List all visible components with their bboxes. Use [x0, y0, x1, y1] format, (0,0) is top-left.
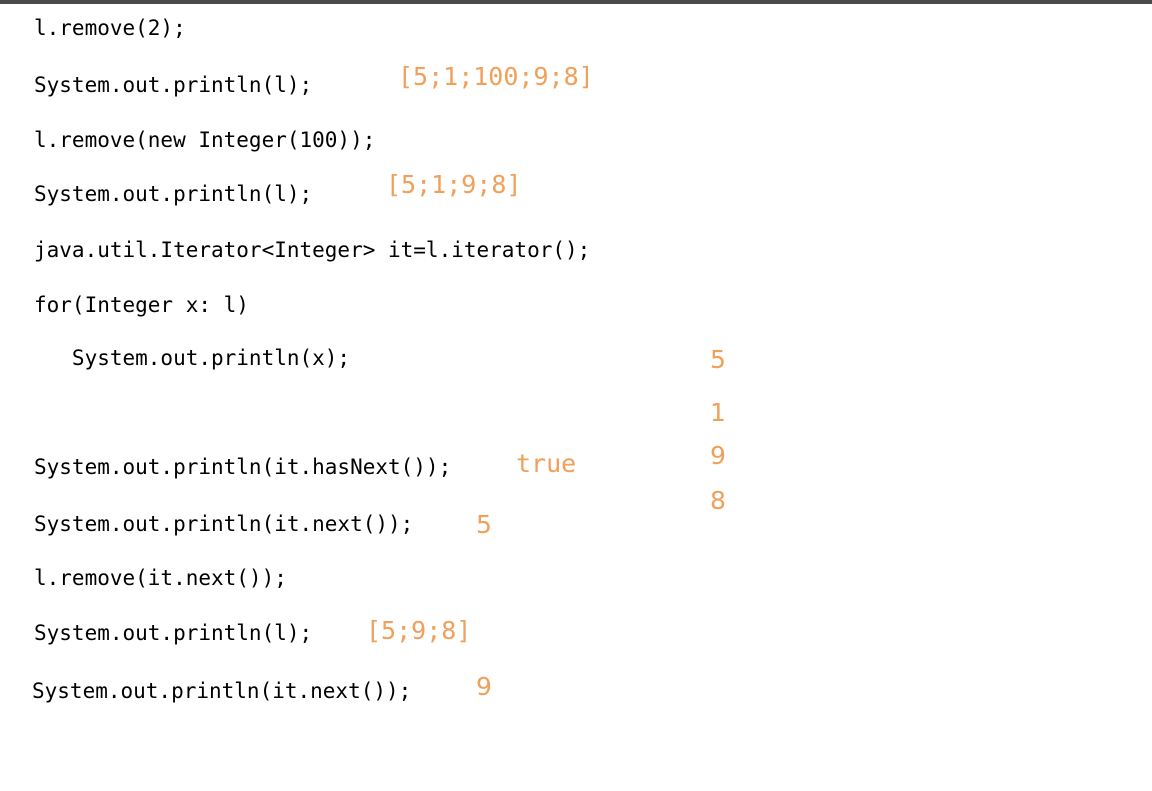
code-line: System.out.println(it.next()); — [32, 679, 412, 703]
annotation-loop-output: 8 — [710, 486, 726, 515]
annotation-list-output: [5;1;100;9;8] — [398, 62, 594, 91]
window-top-border — [0, 0, 1152, 4]
annotation-loop-output: 9 — [710, 441, 726, 470]
code-line: System.out.println(x); — [34, 346, 351, 370]
annotation-list-output: [5;9;8] — [366, 616, 472, 645]
code-line: for(Integer x: l) — [34, 293, 249, 317]
code-line: l.remove(new Integer(100)); — [34, 128, 376, 152]
code-line: System.out.println(l); — [34, 73, 313, 97]
code-line: l.remove(it.next()); — [34, 566, 287, 590]
annotation-has-next: true — [516, 449, 577, 478]
code-line: System.out.println(l); — [34, 182, 313, 206]
code-line: System.out.println(l); — [34, 621, 313, 645]
annotation-next-output: 9 — [476, 672, 492, 701]
code-line: System.out.println(it.hasNext()); — [34, 455, 452, 479]
code-line: System.out.println(it.next()); — [34, 512, 414, 536]
annotation-loop-output: 5 — [710, 345, 726, 374]
annotation-next-output: 5 — [476, 510, 492, 539]
annotation-list-output: [5;1;9;8] — [386, 170, 522, 199]
annotation-loop-output: 1 — [710, 398, 726, 427]
code-line: l.remove(2); — [34, 16, 186, 40]
code-line: java.util.Iterator<Integer> it=l.iterato… — [34, 238, 591, 262]
